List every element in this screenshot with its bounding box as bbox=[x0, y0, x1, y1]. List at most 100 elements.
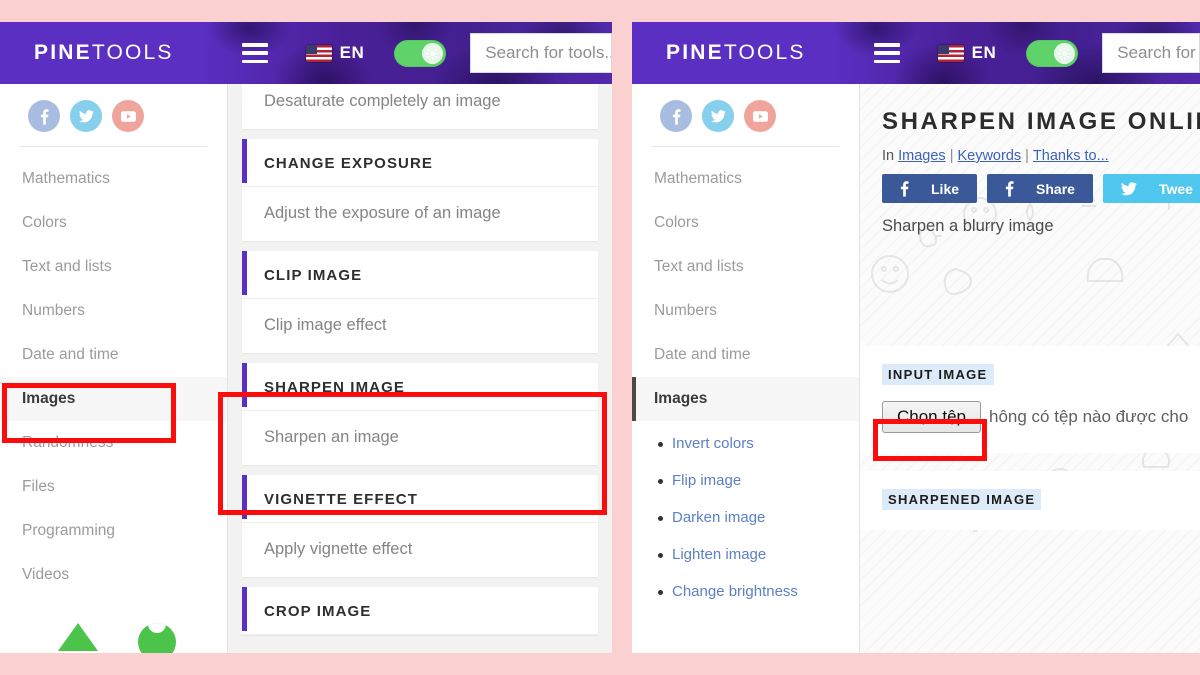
sidebar-item-programming[interactable]: Programming bbox=[0, 509, 227, 553]
green-triangle-icon bbox=[58, 623, 98, 651]
breadcrumb-link-thanks-to[interactable]: Thanks to... bbox=[1033, 148, 1109, 164]
tool-card-crop-image[interactable]: CROP IMAGE bbox=[242, 587, 598, 635]
theme-toggle[interactable] bbox=[394, 39, 447, 67]
sublink-flip-image[interactable]: Flip image bbox=[658, 462, 859, 499]
logo-pine: PINE bbox=[666, 41, 724, 64]
input-image-label: INPUT IMAGE bbox=[882, 364, 994, 385]
theme-toggle-icon bbox=[1054, 42, 1076, 64]
sidebar-item-images[interactable]: Images bbox=[632, 377, 859, 421]
twitter-icon[interactable] bbox=[70, 100, 102, 132]
tool-card-list: Desaturate completely an image CHANGE EX… bbox=[228, 84, 612, 653]
share-button-label: Share bbox=[1036, 180, 1075, 197]
breadcrumb-link-keywords[interactable]: Keywords bbox=[957, 148, 1021, 164]
category-sidebar-left: Mathematics Colors Text and lists Number… bbox=[0, 84, 228, 653]
sharpened-image-label: SHARPENED IMAGE bbox=[882, 489, 1042, 510]
sublink-change-brightness[interactable]: Change brightness bbox=[658, 573, 859, 610]
sidebar-item-colors[interactable]: Colors bbox=[632, 201, 859, 245]
card-accent-bar bbox=[242, 475, 247, 519]
sidebar-item-numbers[interactable]: Numbers bbox=[0, 289, 227, 333]
language-selector[interactable]: EN bbox=[305, 43, 365, 63]
breadcrumb-prefix: In bbox=[882, 148, 895, 164]
category-sidebar-right: Mathematics Colors Text and lists Number… bbox=[632, 84, 860, 653]
tool-description: Clip image effect bbox=[264, 316, 387, 334]
site-logo[interactable]: PINETOOLS bbox=[34, 41, 174, 65]
tool-title: VIGNETTE EFFECT bbox=[242, 475, 598, 523]
tool-description: Adjust the exposure of an image bbox=[264, 204, 501, 222]
social-links bbox=[0, 84, 227, 146]
card-accent-bar bbox=[242, 363, 247, 407]
social-links bbox=[632, 84, 859, 146]
tool-card-desaturate[interactable]: Desaturate completely an image bbox=[242, 84, 598, 129]
sidebar-item-text-and-lists[interactable]: Text and lists bbox=[632, 245, 859, 289]
facebook-icon[interactable] bbox=[660, 100, 692, 132]
facebook-share-button[interactable]: Share bbox=[987, 174, 1093, 203]
sidebar-item-date-and-time[interactable]: Date and time bbox=[0, 333, 227, 377]
site-header-right: PINETOOLS EN Search for bbox=[632, 22, 1200, 84]
category-list-left: Mathematics Colors Text and lists Number… bbox=[0, 157, 227, 597]
youtube-icon[interactable] bbox=[112, 100, 144, 132]
tool-title: CLIP IMAGE bbox=[242, 251, 598, 299]
theme-toggle[interactable] bbox=[1026, 39, 1079, 67]
facebook-like-button[interactable]: Like bbox=[882, 174, 978, 203]
tool-description: Sharpen an image bbox=[264, 428, 399, 446]
sublink-invert-colors[interactable]: Invert colors bbox=[658, 425, 859, 462]
facebook-icon[interactable] bbox=[28, 100, 60, 132]
page-body-right: Mathematics Colors Text and lists Number… bbox=[632, 84, 1200, 653]
site-logo[interactable]: PINETOOLS bbox=[666, 41, 806, 65]
sidebar-item-mathematics[interactable]: Mathematics bbox=[632, 157, 859, 201]
sidebar-item-videos[interactable]: Videos bbox=[0, 553, 227, 597]
logo-tools: TOOLS bbox=[91, 41, 174, 64]
images-sublink-list: Invert colors Flip image Darken image Li… bbox=[632, 421, 859, 610]
social-share-row: Like Share Twee bbox=[860, 164, 1200, 203]
hamburger-icon[interactable] bbox=[873, 43, 900, 63]
decorative-shapes bbox=[0, 623, 227, 653]
share-button-label: Twee bbox=[1158, 180, 1193, 197]
us-flag-icon bbox=[937, 44, 964, 62]
breadcrumb: In Images | Keywords | Thanks to... bbox=[860, 140, 1200, 164]
browser-panel-right: PINETOOLS EN Search for Mathematics Colo… bbox=[632, 22, 1200, 653]
sidebar-divider bbox=[20, 146, 207, 147]
card-accent-bar bbox=[242, 139, 247, 183]
tool-card-vignette-effect[interactable]: VIGNETTE EFFECT Apply vignette effect bbox=[242, 475, 598, 577]
sublink-lighten-image[interactable]: Lighten image bbox=[658, 536, 859, 573]
sidebar-item-numbers[interactable]: Numbers bbox=[632, 289, 859, 333]
file-picker-row: Chọn tệp hông có tệp nào được cho bbox=[882, 401, 1200, 433]
tool-title: CROP IMAGE bbox=[242, 587, 598, 635]
sharpened-image-section: SHARPENED IMAGE bbox=[860, 471, 1200, 530]
choose-file-button[interactable]: Chọn tệp bbox=[882, 401, 981, 433]
search-input[interactable]: Search for bbox=[1102, 33, 1200, 73]
tool-card-clip-image[interactable]: CLIP IMAGE Clip image effect bbox=[242, 251, 598, 353]
sidebar-item-colors[interactable]: Colors bbox=[0, 201, 227, 245]
share-button-label: Like bbox=[931, 180, 960, 197]
youtube-icon[interactable] bbox=[744, 100, 776, 132]
sublink-darken-image[interactable]: Darken image bbox=[658, 499, 859, 536]
tool-lead-text: Sharpen a blurry image bbox=[882, 217, 1054, 235]
facebook-icon bbox=[900, 180, 909, 197]
tool-title: SHARPEN IMAGE bbox=[242, 363, 598, 411]
twitter-icon[interactable] bbox=[702, 100, 734, 132]
logo-pine: PINE bbox=[34, 41, 92, 64]
sidebar-item-mathematics[interactable]: Mathematics bbox=[0, 157, 227, 201]
sidebar-item-images[interactable]: Images bbox=[0, 377, 227, 421]
site-header-left: PINETOOLS EN Search for tools... bbox=[0, 22, 612, 84]
sidebar-item-date-and-time[interactable]: Date and time bbox=[632, 333, 859, 377]
twitter-tweet-button[interactable]: Twee bbox=[1102, 174, 1200, 203]
page-title: SHARPEN IMAGE ONLINE bbox=[882, 108, 1200, 135]
sidebar-item-randomness[interactable]: Randomness bbox=[0, 421, 227, 465]
card-accent-bar bbox=[242, 587, 247, 631]
card-accent-bar bbox=[242, 251, 247, 295]
green-crescent-icon bbox=[138, 623, 176, 653]
breadcrumb-link-images[interactable]: Images bbox=[898, 148, 946, 164]
tool-card-change-exposure[interactable]: CHANGE EXPOSURE Adjust the exposure of a… bbox=[242, 139, 598, 241]
tool-description: Desaturate completely an image bbox=[264, 92, 501, 110]
tool-description: Apply vignette effect bbox=[264, 540, 413, 558]
tool-card-sharpen-image[interactable]: SHARPEN IMAGE Sharpen an image bbox=[242, 363, 598, 465]
search-input[interactable]: Search for tools... bbox=[470, 33, 612, 73]
hamburger-icon[interactable] bbox=[241, 43, 268, 63]
sidebar-item-text-and-lists[interactable]: Text and lists bbox=[0, 245, 227, 289]
language-selector[interactable]: EN bbox=[937, 43, 997, 63]
sidebar-item-files[interactable]: Files bbox=[0, 465, 227, 509]
language-code: EN bbox=[339, 43, 365, 62]
breadcrumb-separator: | bbox=[949, 148, 954, 164]
logo-tools: TOOLS bbox=[723, 41, 806, 64]
